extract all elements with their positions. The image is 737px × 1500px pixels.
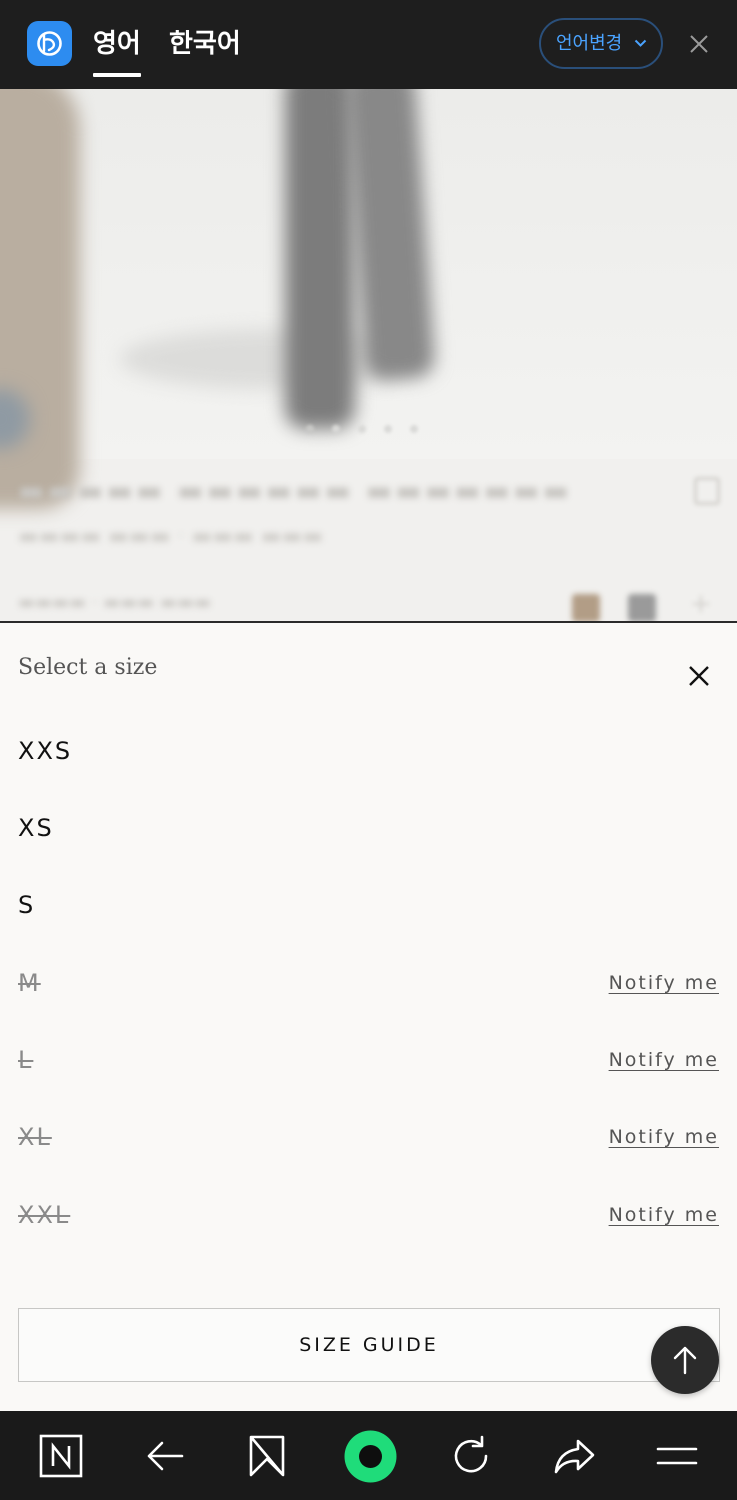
blurred-color-label: ▬▬▬▬ · ▬▬▬ ▬▬▬	[18, 592, 211, 613]
translate-bar: 영어 한국어 언어변경	[0, 0, 737, 89]
back-arrow-icon[interactable]	[142, 1433, 188, 1479]
color-swatch	[628, 594, 656, 622]
size-label: S	[18, 891, 36, 919]
sheet-title: Select a size	[18, 655, 158, 680]
arrow-up-icon	[673, 1346, 697, 1375]
language-change-button[interactable]: 언어변경	[539, 18, 663, 69]
language-change-label: 언어변경	[556, 33, 623, 54]
size-option-s[interactable]: S	[0, 890, 737, 967]
size-option-l: L Notify me	[0, 1045, 737, 1122]
size-label-unavailable: L	[18, 1046, 34, 1074]
size-label: XXS	[18, 737, 73, 765]
refresh-icon[interactable]	[448, 1433, 494, 1479]
size-label: XS	[18, 814, 54, 842]
size-option-xxs[interactable]: XXS	[0, 736, 737, 813]
size-option-m: M Notify me	[0, 968, 737, 1045]
size-option-xxl: XXL Notify me	[0, 1200, 737, 1277]
close-icon[interactable]	[686, 663, 712, 689]
close-icon[interactable]	[688, 33, 710, 55]
size-label-unavailable: XXL	[18, 1201, 71, 1229]
size-selector-sheet: Select a size XXS XS S M Notify me L Not…	[0, 623, 737, 1411]
naver-n-icon[interactable]	[38, 1433, 84, 1479]
blurred-product-subtitle: ▬▬▬▬ ▬▬▬ · ▬▬▬ ▬▬▬	[18, 524, 324, 549]
tab-english[interactable]: 영어	[93, 26, 141, 77]
translate-app-icon[interactable]	[27, 21, 72, 66]
size-option-xl: XL Notify me	[0, 1122, 737, 1199]
menu-icon[interactable]	[654, 1433, 700, 1479]
home-circle-icon[interactable]	[344, 1430, 397, 1483]
product-image	[0, 89, 737, 509]
plus-icon: +	[690, 589, 712, 619]
notify-me-link[interactable]: Notify me	[609, 970, 719, 996]
carousel-dots	[306, 422, 436, 436]
share-icon[interactable]	[551, 1433, 597, 1479]
blurred-product-title: ▬▬▬▬▬ ▬▬▬▬▬▬ ▬▬▬▬▬▬▬	[18, 474, 572, 507]
notify-me-link[interactable]: Notify me	[609, 1124, 719, 1150]
tab-korean[interactable]: 한국어	[169, 26, 241, 62]
screen: 영어 한국어 언어변경 ▬▬▬▬▬ ▬▬▬▬▬▬ ▬▬▬▬▬▬▬ ▬▬▬▬ ▬▬…	[0, 0, 737, 1500]
notify-me-link[interactable]: Notify me	[609, 1047, 719, 1073]
size-label-unavailable: XL	[18, 1123, 52, 1151]
browser-bottom-bar	[0, 1411, 737, 1500]
size-option-xs[interactable]: XS	[0, 813, 737, 890]
chevron-down-icon	[634, 39, 647, 47]
wishlist-icon	[694, 477, 720, 505]
product-page-backdrop: ▬▬▬▬▬ ▬▬▬▬▬▬ ▬▬▬▬▬▬▬ ▬▬▬▬ ▬▬▬ · ▬▬▬ ▬▬▬ …	[0, 89, 737, 622]
scroll-to-top-button[interactable]	[651, 1326, 719, 1394]
size-label-unavailable: M	[18, 969, 41, 997]
bookmark-icon[interactable]	[244, 1433, 290, 1479]
color-swatch	[572, 594, 600, 622]
size-guide-button[interactable]: SIZE GUIDE	[18, 1308, 720, 1382]
notify-me-link[interactable]: Notify me	[609, 1202, 719, 1228]
